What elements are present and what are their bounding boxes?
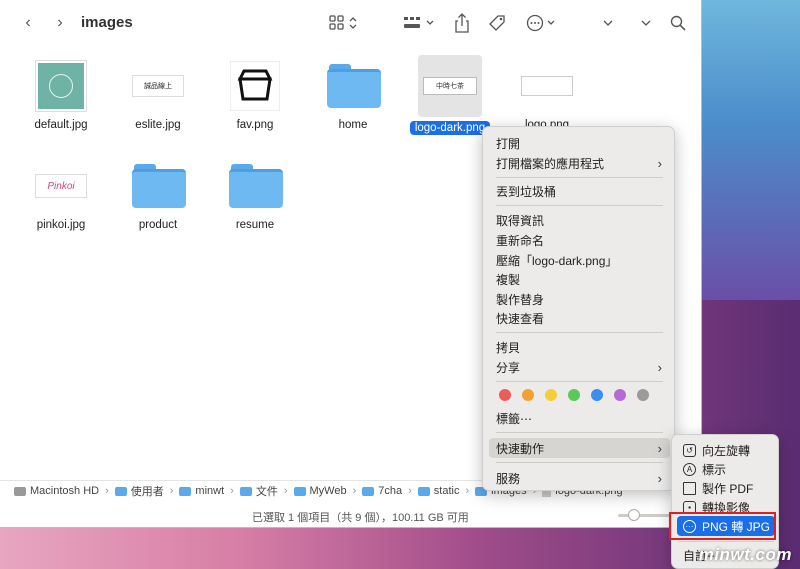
menu-share[interactable]: 分享 › xyxy=(489,357,670,377)
chevron-right-icon: › xyxy=(657,155,662,171)
image-thumbnail: Pinkoi xyxy=(35,160,87,212)
folder-item[interactable]: product xyxy=(113,160,203,231)
window-title: images xyxy=(81,14,133,31)
menu-get-info[interactable]: 取得資訊 xyxy=(489,210,670,230)
grid-view-icon[interactable] xyxy=(326,11,362,35)
folder-icon xyxy=(362,486,375,496)
chevron-right-icon: › xyxy=(657,470,662,486)
status-text: 已選取 1 個項目（共 9 個），100.11 GB 可用 xyxy=(252,512,469,524)
menu-quick-look[interactable]: 快速查看 xyxy=(489,308,670,328)
menu-compress[interactable]: 壓縮「logo-dark.png」 xyxy=(489,250,670,270)
image-thumbnail xyxy=(521,60,573,112)
more-icon[interactable] xyxy=(526,11,558,35)
menu-make-alias[interactable]: 製作替身 xyxy=(489,289,670,309)
action-markup[interactable]: A 標示 xyxy=(677,459,775,479)
folder-icon xyxy=(114,486,127,496)
tag-green[interactable] xyxy=(568,389,580,401)
menu-tags[interactable]: 標籤⋯ xyxy=(489,408,670,428)
file-item[interactable]: logo.png xyxy=(502,60,592,131)
context-menu: 打開 打開檔案的應用程式 › 丟到垃圾桶 取得資訊 重新命名 壓縮「logo-da… xyxy=(482,126,675,491)
image-thumbnail xyxy=(35,60,87,112)
chevron-right-icon[interactable]: › xyxy=(50,11,70,35)
rotate-left-icon: ↺ xyxy=(683,443,696,457)
file-name: pinkoi.jpg xyxy=(36,219,86,231)
slider-knob[interactable] xyxy=(628,509,640,521)
watermark: minwt.com xyxy=(698,545,792,564)
image-thumbnail: 中時七茶 xyxy=(418,55,482,117)
image-thumbnail: 誠品線上 xyxy=(132,60,184,112)
menu-services[interactable]: 服務 › xyxy=(489,468,670,488)
path-item[interactable]: Macintosh HD xyxy=(14,485,99,497)
menu-rename[interactable]: 重新命名 xyxy=(489,230,670,250)
tag-orange[interactable] xyxy=(522,389,534,401)
search-icon[interactable] xyxy=(668,11,688,35)
file-name: product xyxy=(138,219,178,231)
markup-icon: A xyxy=(683,462,696,476)
folder-icon xyxy=(132,160,186,212)
menu-duplicate[interactable]: 複製 xyxy=(489,269,670,289)
folder-icon xyxy=(293,486,306,496)
file-name: fav.png xyxy=(236,119,274,131)
file-name: home xyxy=(338,119,368,131)
folder-item[interactable]: resume xyxy=(210,160,300,231)
menu-open[interactable]: 打開 xyxy=(489,133,670,153)
path-item[interactable]: 使用者 xyxy=(114,483,164,499)
menu-move-to-trash[interactable]: 丟到垃圾桶 xyxy=(489,181,670,201)
path-item[interactable]: MyWeb xyxy=(293,485,347,497)
folder-icon xyxy=(229,160,283,212)
file-item[interactable]: fav.png xyxy=(210,60,300,131)
action-create-pdf[interactable]: 製作 PDF xyxy=(677,478,775,498)
highlight-box xyxy=(669,512,776,540)
folder-icon xyxy=(327,60,381,112)
path-item[interactable]: static xyxy=(417,485,459,497)
file-item[interactable]: Pinkoi pinkoi.jpg xyxy=(16,160,106,231)
tag-color-row xyxy=(499,389,649,401)
chevron-left-icon[interactable]: ‹ xyxy=(18,11,38,35)
chevron-right-icon: › xyxy=(657,359,662,375)
action-rotate-left[interactable]: ↺ 向左旋轉 xyxy=(677,440,775,460)
path-item[interactable]: 文件 xyxy=(239,483,278,499)
desktop-wallpaper xyxy=(690,0,800,300)
menu-copy[interactable]: 拷貝 xyxy=(489,337,670,357)
folder-icon xyxy=(417,486,430,496)
file-item-selected[interactable]: 中時七茶 logo-dark.png xyxy=(405,55,495,135)
chevron-right-icon: › xyxy=(657,440,662,456)
share-icon[interactable] xyxy=(452,11,472,35)
document-icon xyxy=(683,481,696,495)
folder-item[interactable]: home xyxy=(308,60,398,131)
menu-open-with[interactable]: 打開檔案的應用程式 › xyxy=(489,153,670,173)
file-item[interactable]: default.jpg xyxy=(16,60,106,131)
file-name: logo-dark.png xyxy=(409,121,491,135)
disk-icon xyxy=(14,486,26,496)
path-item[interactable]: 7cha xyxy=(362,485,402,497)
chevron-down-icon[interactable] xyxy=(600,11,616,35)
menu-quick-actions[interactable]: 快速動作 › xyxy=(489,438,670,458)
tag-gray[interactable] xyxy=(637,389,649,401)
chevron-down-icon[interactable] xyxy=(638,11,654,35)
file-name: eslite.jpg xyxy=(135,119,181,131)
image-thumbnail xyxy=(229,60,281,112)
status-bar: 已選取 1 個項目（共 9 個），100.11 GB 可用 xyxy=(0,504,701,526)
tag-yellow[interactable] xyxy=(545,389,557,401)
file-name: resume xyxy=(235,219,275,231)
file-name: default.jpg xyxy=(34,119,88,131)
tag-icon[interactable] xyxy=(486,11,508,35)
tag-blue[interactable] xyxy=(591,389,603,401)
tag-purple[interactable] xyxy=(614,389,626,401)
folder-icon xyxy=(239,486,252,496)
path-item[interactable]: minwt xyxy=(179,485,224,497)
toolbar: ‹ › images xyxy=(0,0,701,46)
tag-red[interactable] xyxy=(499,389,511,401)
folder-icon xyxy=(179,486,192,496)
group-icon[interactable] xyxy=(402,11,438,35)
file-item[interactable]: 誠品線上 eslite.jpg xyxy=(113,60,203,131)
